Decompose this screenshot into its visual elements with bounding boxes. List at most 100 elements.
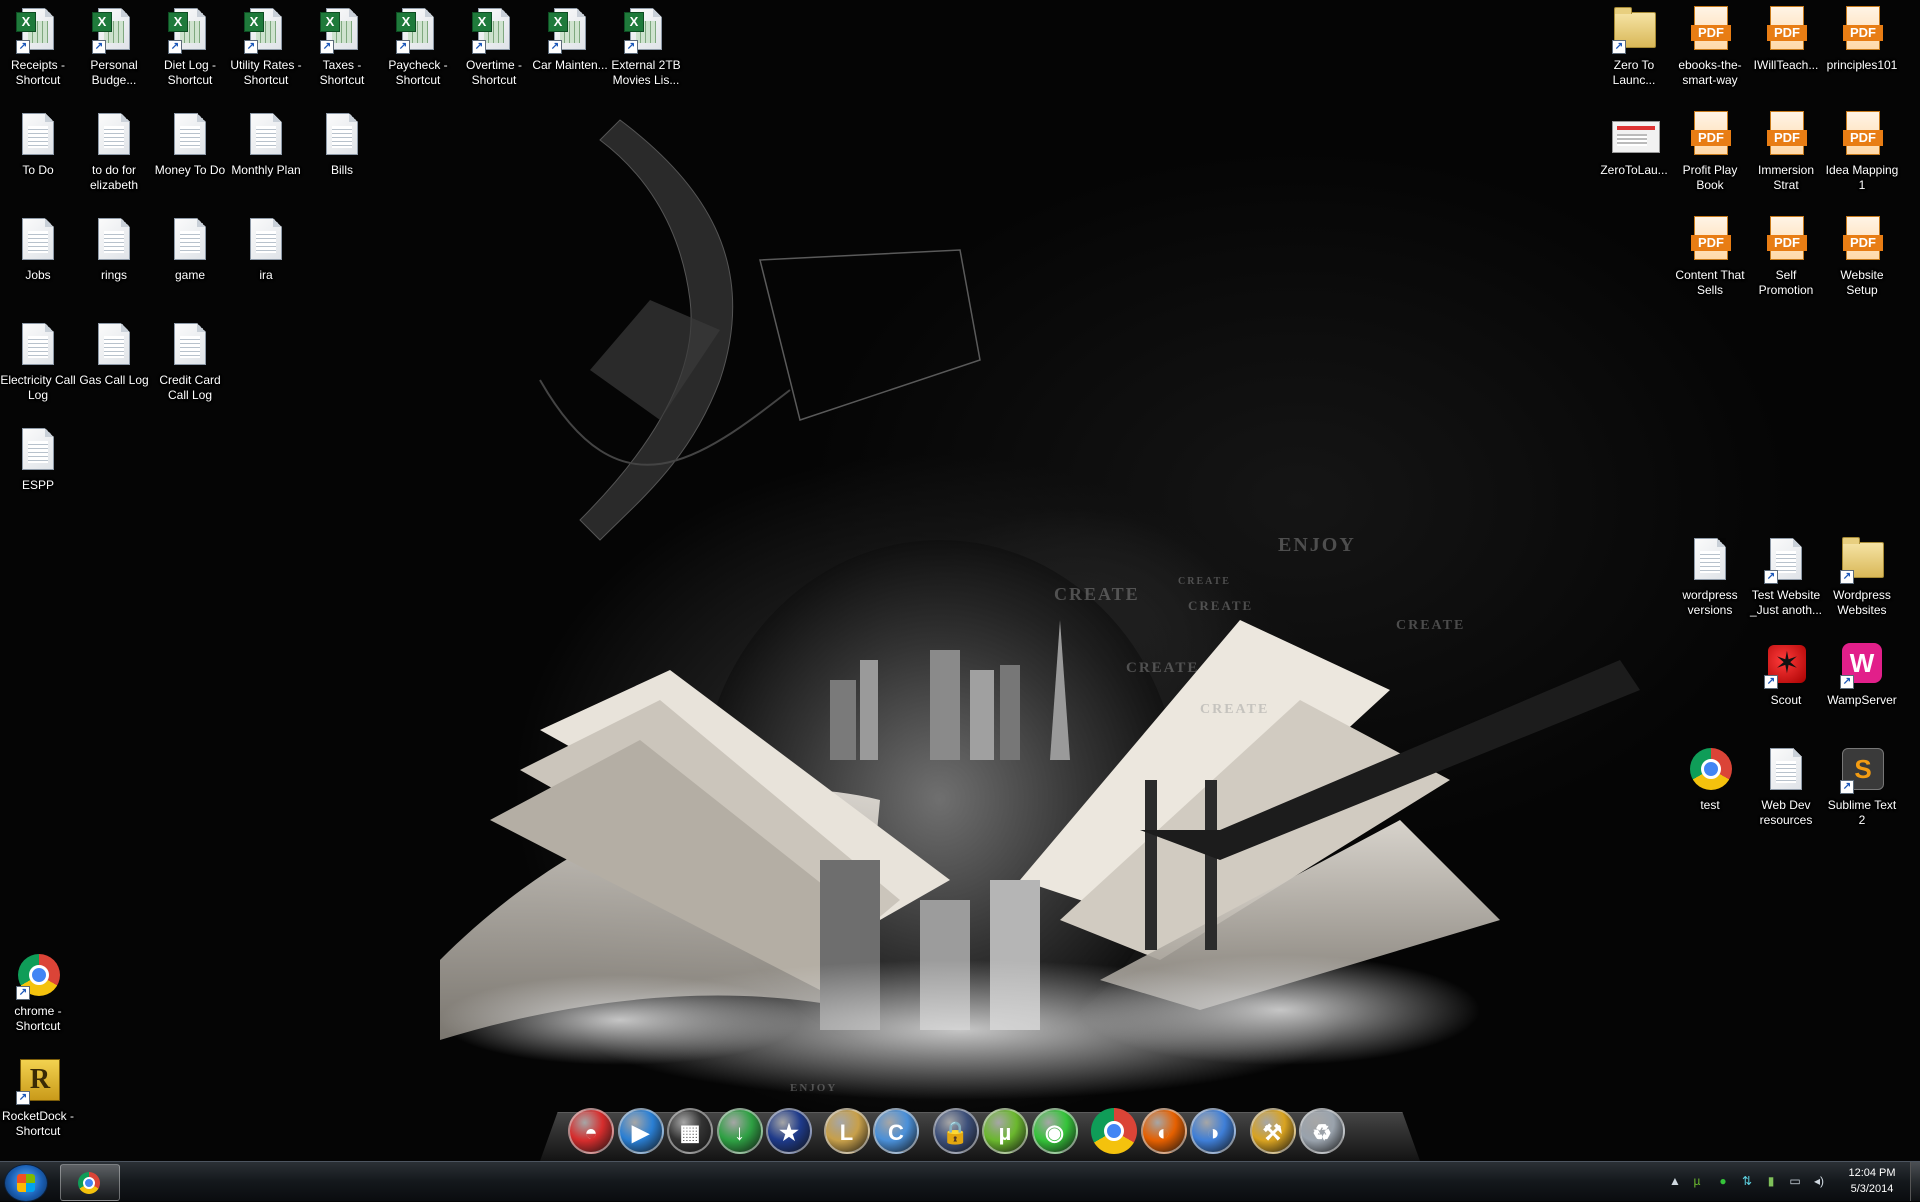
dock-item-recycle-bin[interactable]: ♻: [1299, 1108, 1345, 1154]
desktop-icon-to-do[interactable]: To Do: [0, 111, 76, 178]
desktop-icon-paycheck[interactable]: X ↗ Paycheck - Shortcut: [380, 6, 456, 88]
desktop-icon-web-dev-resources[interactable]: Web Dev resources: [1748, 746, 1824, 828]
desktop-icon-ebooks-the-smart-way[interactable]: PDF ebooks-the-smart-way: [1672, 6, 1748, 88]
video-editor-icon: ▦: [667, 1108, 713, 1154]
desktop-icon-car-maintenance[interactable]: X ↗ Car Mainten...: [532, 6, 608, 73]
desktop-icon-jobs[interactable]: Jobs: [0, 216, 76, 283]
dock-item-lock-security[interactable]: 🔒: [932, 1108, 979, 1154]
desktop-icon-ira[interactable]: ira: [228, 216, 304, 283]
start-button[interactable]: [4, 1164, 48, 1202]
dock-item-media-player[interactable]: ▶: [617, 1108, 664, 1154]
windows-logo-icon: [17, 1174, 35, 1192]
show-desktop-button[interactable]: [1910, 1162, 1920, 1201]
icon-label: ZeroToLau...: [1600, 163, 1668, 177]
desktop-icon-scout[interactable]: ↗ Scout: [1748, 641, 1824, 708]
dock-item-league-of-legends[interactable]: L: [823, 1108, 870, 1154]
volume-icon[interactable]: ◂): [1812, 1174, 1826, 1188]
excel-shortcut-icon: X ↗: [622, 6, 670, 54]
desktop-icon-monthly-plan[interactable]: Monthly Plan: [228, 111, 304, 178]
download-arrow-icon: ↓: [716, 1108, 763, 1154]
desktop-icon-to-do-for-elizabeth[interactable]: to do for elizabeth: [76, 111, 152, 193]
icon-label: Overtime - Shortcut: [465, 58, 522, 87]
desktop[interactable]: ENJOY CREATE CREATE CREATE CREATE CREATE…: [0, 0, 1920, 1161]
display-icon[interactable]: ▭: [1788, 1174, 1802, 1188]
chrome-icon: ↗: [14, 952, 62, 1000]
dock-item-curse-client[interactable]: C: [873, 1108, 919, 1154]
desktop-icon-immersion-strat[interactable]: PDF Immersion Strat: [1748, 111, 1824, 193]
desktop-icon-overtime[interactable]: X ↗ Overtime - Shortcut: [456, 6, 532, 88]
network-activity-icon[interactable]: ⇅: [1740, 1174, 1754, 1188]
dock-item-eclipse[interactable]: ◑: [1190, 1108, 1236, 1154]
desktop-icon-espp[interactable]: ESPP: [0, 426, 76, 493]
desktop-icon-test-chrome[interactable]: test: [1672, 746, 1748, 813]
pdf-icon: PDF: [1686, 111, 1734, 159]
desktop-icon-wampserver[interactable]: W ↗ WampServer: [1824, 641, 1900, 708]
desktop-icon-taxes[interactable]: X ↗ Taxes - Shortcut: [304, 6, 380, 88]
dock-item-video-editor[interactable]: ▦: [667, 1108, 713, 1154]
desktop-icon-website-setup[interactable]: PDF Website Setup: [1824, 216, 1900, 298]
wallpaper-text: ENJOY: [790, 1082, 838, 1094]
desktop-icon-money-to-do[interactable]: Money To Do: [152, 111, 228, 178]
dock-item-utorrent[interactable]: µ: [982, 1108, 1028, 1154]
desktop-icon-zerotolaunch-page[interactable]: ZeroToLau...: [1596, 111, 1672, 178]
desktop-icon-rocketdock-shortcut[interactable]: R ↗ RocketDock - Shortcut: [0, 1057, 76, 1139]
desktop-icon-utility-rates[interactable]: X ↗ Utility Rates - Shortcut: [228, 6, 304, 88]
desktop-icon-credit-card-call-log[interactable]: Credit Card Call Log: [152, 321, 228, 403]
power-icon[interactable]: ▮: [1764, 1174, 1778, 1188]
vpn-tray-icon[interactable]: ●: [1716, 1174, 1730, 1188]
show-hidden-icons-chevron-icon[interactable]: ▲: [1668, 1174, 1682, 1188]
icon-label: Website Setup: [1840, 268, 1884, 297]
dock-item-firefox[interactable]: ◐: [1140, 1108, 1187, 1154]
dock-item-tools[interactable]: ⚒: [1249, 1108, 1296, 1154]
desktop-icon-self-promotion[interactable]: PDF Self Promotion: [1748, 216, 1824, 298]
desktop-icon-idea-mapping-1[interactable]: PDF Idea Mapping 1: [1824, 111, 1900, 193]
desktop-icon-wordpress-versions[interactable]: wordpress versions: [1672, 536, 1748, 618]
desktop-icon-game[interactable]: game: [152, 216, 228, 283]
excel-shortcut-icon: X ↗: [318, 6, 366, 54]
desktop-icon-rings[interactable]: rings: [76, 216, 152, 283]
icon-label: External 2TB Movies Lis...: [611, 58, 681, 87]
desktop-icon-chrome-shortcut[interactable]: ↗ chrome - Shortcut: [0, 952, 76, 1034]
text-file-icon: [1686, 536, 1734, 584]
desktop-icon-test-website[interactable]: ↗ Test Website _Just anoth...: [1748, 536, 1824, 618]
utorrent-icon: µ: [982, 1108, 1028, 1154]
desktop-icon-receipts[interactable]: X ↗ Receipts - Shortcut: [0, 6, 76, 88]
icon-label: Sublime Text 2: [1827, 798, 1897, 827]
text-file-shortcut-icon: ↗: [1762, 536, 1810, 584]
icon-label: Test Website _Just anoth...: [1749, 588, 1823, 617]
desktop-icon-bills[interactable]: Bills: [304, 111, 380, 178]
text-file-icon: [166, 216, 214, 264]
system-clock[interactable]: 12:04 PM 5/3/2014: [1836, 1165, 1908, 1197]
dock-item-star-launcher[interactable]: ★: [766, 1108, 812, 1154]
desktop-icon-principles101[interactable]: PDF principles101: [1824, 6, 1900, 73]
desktop-icon-wordpress-websites[interactable]: ↗ Wordpress Websites: [1824, 536, 1900, 618]
text-file-icon: [1762, 746, 1810, 794]
chrome-icon: [78, 1172, 100, 1194]
desktop-icon-diet-log[interactable]: X ↗ Diet Log - Shortcut: [152, 6, 228, 88]
desktop-icon-zero-to-launch-folder[interactable]: ↗ Zero To Launc...: [1596, 6, 1672, 88]
dock-item-chrome[interactable]: [1091, 1108, 1137, 1154]
dock-item-pokeball[interactable]: ◓: [568, 1108, 614, 1154]
desktop-icon-sublime-text-2[interactable]: S ↗ Sublime Text 2: [1824, 746, 1900, 828]
utorrent-tray-icon[interactable]: µ: [1690, 1174, 1704, 1188]
dock-item-vpn[interactable]: ◉: [1031, 1108, 1078, 1154]
text-file-icon: [90, 216, 138, 264]
rocketdock-bar: ◓ ▶ ▦ ↓ ★ L C 🔒 µ ◉ ◐ ◑ ⚒ ♻: [540, 1106, 1420, 1161]
desktop-icon-gas-call-log[interactable]: Gas Call Log: [76, 321, 152, 388]
icon-label: Gas Call Log: [79, 373, 149, 387]
desktop-icon-external-2tb-movies[interactable]: X ↗ External 2TB Movies Lis...: [608, 6, 684, 88]
desktop-icon-iwillteach[interactable]: PDF IWillTeach...: [1748, 6, 1824, 73]
desktop-icon-personal-budget[interactable]: X ↗ Personal Budge...: [76, 6, 152, 88]
taskbar: ▲ µ ● ⇅ ▮ ▭ ◂) 12:04 PM 5/3/2014: [0, 1161, 1920, 1202]
taskbar-chrome-button[interactable]: [60, 1164, 120, 1201]
recycle-bin-icon: ♻: [1299, 1108, 1345, 1154]
desktop-icon-content-that-sells[interactable]: PDF Content That Sells: [1672, 216, 1748, 298]
pdf-icon: PDF: [1762, 216, 1810, 264]
icon-label: Electricity Call Log: [0, 373, 76, 402]
dock-item-download-arrow[interactable]: ↓: [716, 1108, 763, 1154]
pdf-icon: PDF: [1762, 111, 1810, 159]
desktop-icon-profit-play-book[interactable]: PDF Profit Play Book: [1672, 111, 1748, 193]
desktop-icon-electricity-call-log[interactable]: Electricity Call Log: [0, 321, 76, 403]
pdf-icon: PDF: [1686, 216, 1734, 264]
curse-client-icon: C: [873, 1108, 919, 1154]
